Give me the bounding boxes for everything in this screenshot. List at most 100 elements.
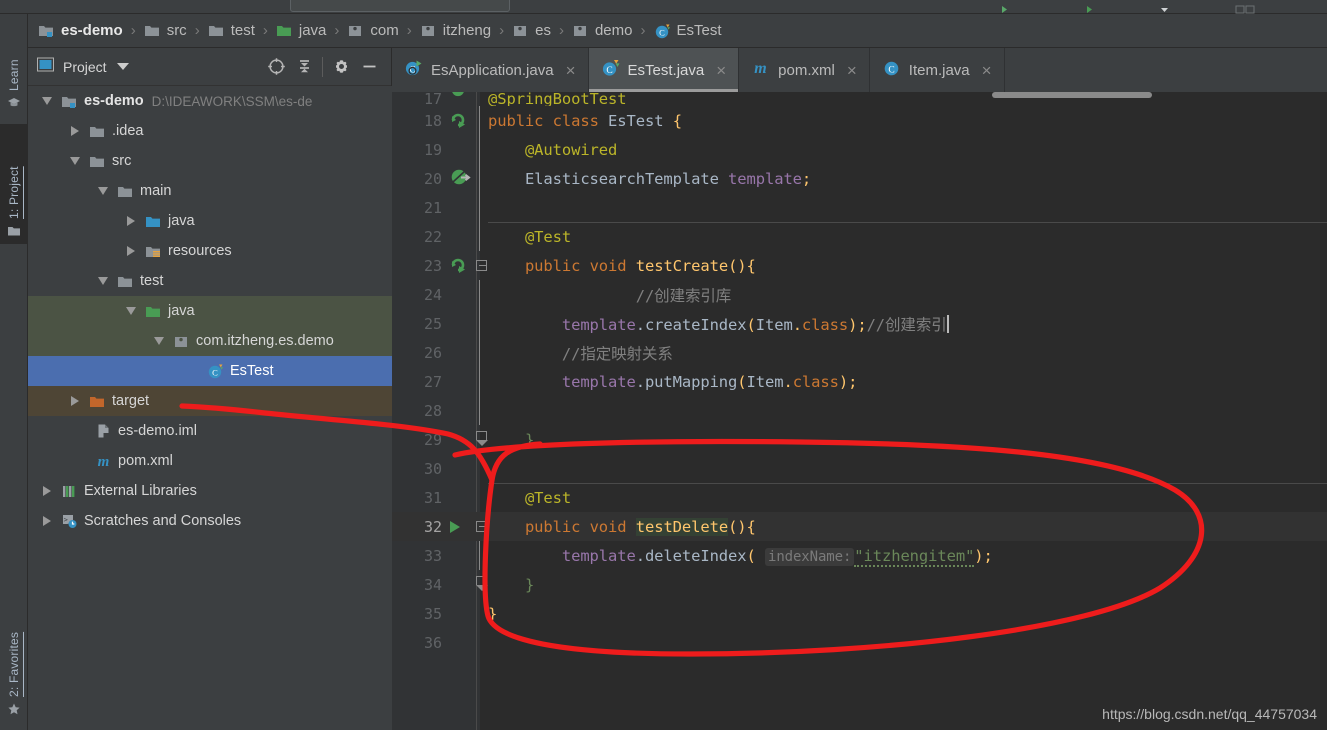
- project-tree[interactable]: es-demo D:\IDEAWORK\SSM\es-de .idea src: [28, 86, 392, 730]
- folder-icon: [114, 184, 136, 199]
- tree-node-external-libraries[interactable]: External Libraries: [28, 476, 392, 506]
- call-createindex: createIndex: [644, 315, 747, 334]
- parameter-hint-indexname: indexName:: [764, 547, 855, 566]
- tree-node-package[interactable]: com.itzheng.es.demo: [28, 326, 392, 356]
- chevron-right-icon[interactable]: [36, 486, 58, 496]
- override-icon[interactable]: [448, 106, 480, 135]
- breadcrumb-item-es-demo[interactable]: es-demo: [38, 22, 123, 39]
- breadcrumb-item-com[interactable]: com: [347, 22, 399, 39]
- fold-end-icon[interactable]: [448, 425, 488, 454]
- tab-esapplication-java[interactable]: C EsApplication.java ×: [392, 48, 589, 92]
- code-line-28: 28: [392, 396, 1327, 425]
- run-with-coverage-icon[interactable]: [1085, 1, 1094, 13]
- chevron-right-icon[interactable]: [36, 516, 58, 526]
- chevron-down-icon[interactable]: [92, 277, 114, 285]
- breadcrumb-item-src[interactable]: src: [144, 22, 187, 39]
- collapse-all-icon[interactable]: [290, 53, 318, 81]
- sidebar-item-favorites[interactable]: 2: Favorites: [0, 594, 28, 722]
- chevron-down-icon[interactable]: [64, 157, 86, 165]
- breadcrumb-item-demo[interactable]: demo: [572, 22, 633, 39]
- chevron-down-icon[interactable]: [148, 337, 170, 345]
- tab-label: EsApplication.java: [431, 61, 554, 79]
- chevron-down-icon[interactable]: [120, 307, 142, 315]
- run-button-icon[interactable]: [1000, 1, 1009, 13]
- idea-window: Learn 1: Project 2: Favorites es-demo › …: [0, 0, 1327, 730]
- run-green-triangle-icon[interactable]: [448, 512, 487, 541]
- main-toolbar-strip: [0, 0, 1327, 14]
- run-test-icon[interactable]: [448, 251, 487, 280]
- code-line-22: 22 @Test: [392, 222, 1327, 251]
- close-icon[interactable]: ×: [847, 62, 857, 79]
- fold-end-icon[interactable]: [448, 570, 488, 599]
- breadcrumb-label: test: [230, 22, 255, 39]
- chevron-right-icon[interactable]: [120, 216, 142, 226]
- fold-collapse-icon[interactable]: [476, 260, 487, 271]
- chevron-right-icon[interactable]: [64, 396, 86, 406]
- code-line-21: 21: [392, 193, 1327, 222]
- sidebar-item-project[interactable]: 1: Project: [0, 124, 28, 244]
- fold-collapse-icon[interactable]: [476, 521, 487, 532]
- tree-node-src[interactable]: src: [28, 146, 392, 176]
- code-line-29: 29 }: [392, 425, 1327, 454]
- tree-node-test-java[interactable]: java: [28, 296, 392, 326]
- tree-node-es-demo[interactable]: es-demo D:\IDEAWORK\SSM\es-de: [28, 86, 392, 116]
- tree-node-scratches-and-consoles[interactable]: >_ Scratches and Consoles: [28, 506, 392, 536]
- tab-pom-xml[interactable]: m pom.xml ×: [739, 48, 870, 92]
- chevron-down-icon[interactable]: [92, 187, 114, 195]
- select-opened-file-icon[interactable]: [262, 53, 290, 81]
- breadcrumb-item-test[interactable]: test: [208, 22, 255, 39]
- minimize-icon[interactable]: [355, 53, 383, 81]
- tree-node-resources[interactable]: resources: [28, 236, 392, 266]
- tree-node-pom-xml[interactable]: m pom.xml: [28, 446, 392, 476]
- line-number: 36: [423, 633, 442, 652]
- tree-node-idea[interactable]: .idea: [28, 116, 392, 146]
- tree-node-estest[interactable]: C EsTest: [28, 356, 392, 386]
- excluded-folder-icon: [86, 394, 108, 409]
- tab-estest-java[interactable]: C EsTest.java ×: [588, 48, 740, 92]
- breadcrumb-item-es[interactable]: es: [512, 22, 551, 39]
- breadcrumb-item-java[interactable]: java: [276, 22, 327, 39]
- chevron-down-icon[interactable]: [116, 63, 129, 70]
- tree-node-main-java[interactable]: java: [28, 206, 392, 236]
- breadcrumb-separator: ›: [262, 22, 268, 39]
- tree-node-label: target: [112, 393, 150, 409]
- tree-node-test[interactable]: test: [28, 266, 392, 296]
- gear-icon[interactable]: [327, 53, 355, 81]
- breadcrumb-item-itzheng[interactable]: itzheng: [420, 22, 491, 39]
- code-text: @Test: [480, 228, 1327, 246]
- chevron-right-icon[interactable]: [120, 246, 142, 256]
- code-line-35: 35 }: [392, 599, 1327, 628]
- chevron-right-icon[interactable]: [64, 126, 86, 136]
- java-test-class-icon: C: [654, 23, 671, 39]
- tab-label: Item.java: [908, 61, 970, 79]
- close-icon[interactable]: ×: [566, 62, 576, 79]
- code-text: }: [488, 604, 498, 623]
- folder-icon: [144, 23, 161, 38]
- folder-icon: [114, 274, 136, 289]
- call-deleteindex: deleteIndex: [644, 546, 747, 565]
- dropdown-arrow-icon[interactable]: [1160, 1, 1169, 12]
- tab-item-java[interactable]: C Item.java ×: [870, 48, 1005, 92]
- breadcrumb-label: java: [298, 22, 327, 39]
- line-number: 33: [423, 546, 442, 565]
- tree-node-label: main: [140, 183, 172, 199]
- tree-node-main[interactable]: main: [28, 176, 392, 206]
- spring-bean-icon[interactable]: [448, 164, 480, 193]
- sidebar-item-label: 2: Favorites: [7, 631, 21, 697]
- settings-icon[interactable]: [1235, 1, 1257, 14]
- run-configuration-combo[interactable]: [290, 0, 510, 12]
- run-test-icon[interactable]: [448, 92, 480, 106]
- code-line-26: 26 //指定映射关系: [392, 338, 1327, 367]
- close-icon[interactable]: ×: [716, 62, 726, 79]
- module-folder-icon: [38, 23, 55, 38]
- chevron-down-icon[interactable]: [36, 97, 58, 105]
- breadcrumb-separator: ›: [406, 22, 412, 39]
- close-icon[interactable]: ×: [982, 62, 992, 79]
- tree-node-target[interactable]: target: [28, 386, 392, 416]
- breadcrumb-item-estest[interactable]: C EsTest: [654, 22, 722, 39]
- tree-node-es-demo-iml[interactable]: es-demo.iml: [28, 416, 392, 446]
- sidebar-item-learn[interactable]: Learn: [0, 24, 28, 116]
- type-elasticsearchtemplate: ElasticsearchTemplate: [524, 169, 719, 188]
- package-icon: [420, 23, 437, 38]
- code-editor[interactable]: 17 @SpringBootTest 18 public class EsTes…: [392, 92, 1327, 730]
